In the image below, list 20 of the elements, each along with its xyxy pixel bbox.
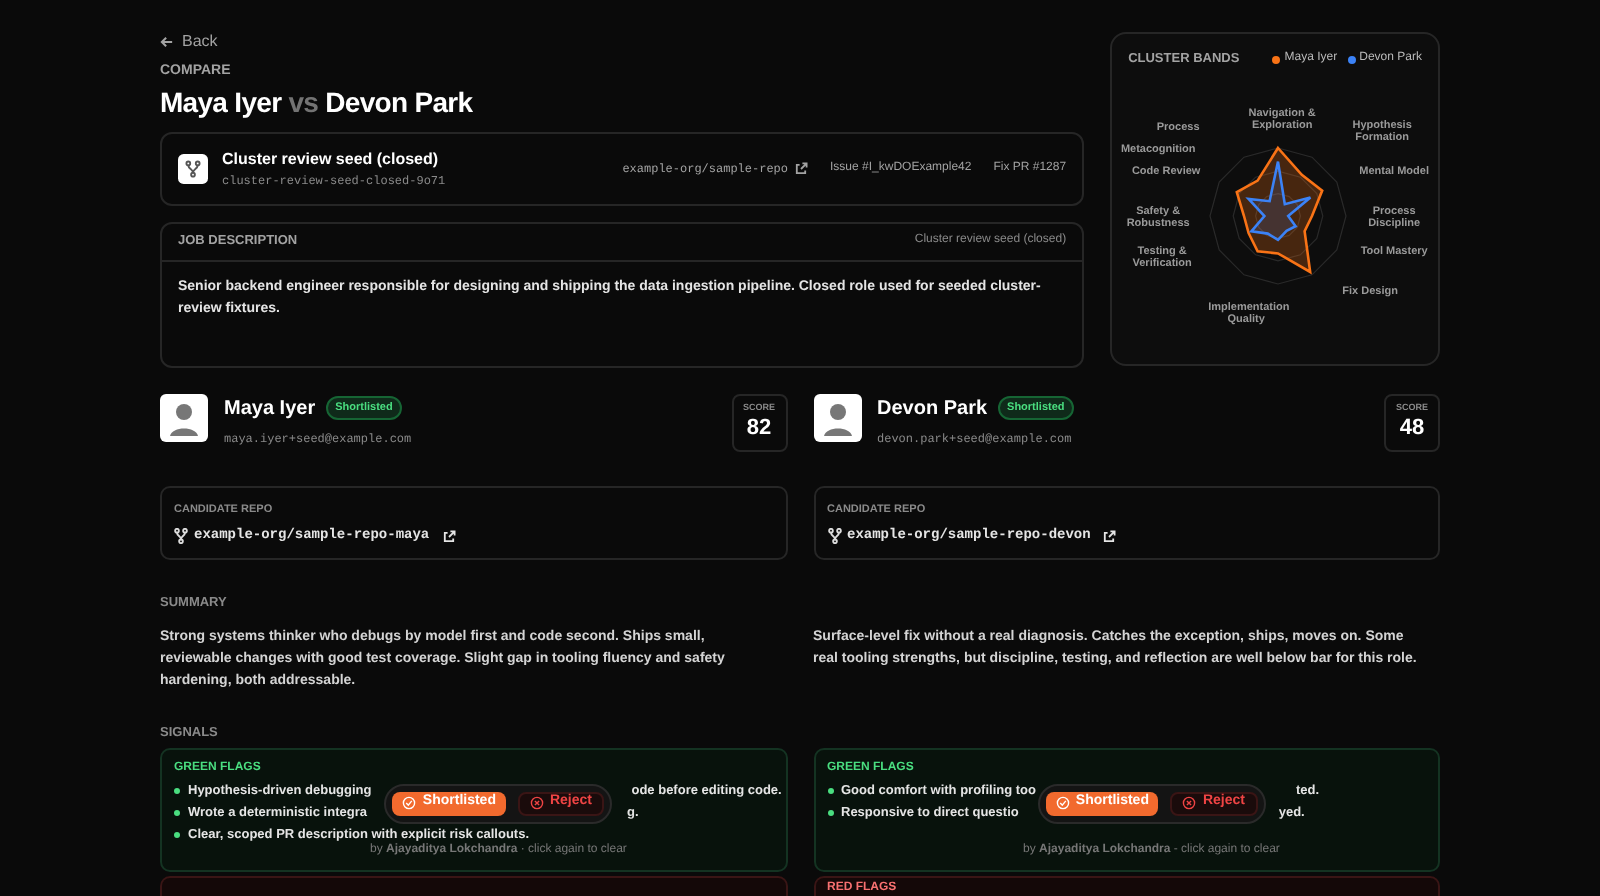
check-circle-icon xyxy=(402,796,417,810)
avatar-icon xyxy=(160,393,208,441)
candidate-name: Maya Iyer xyxy=(224,395,316,423)
fork-icon xyxy=(174,528,188,544)
close-circle-icon xyxy=(1182,796,1197,810)
external-link-icon xyxy=(1102,529,1117,543)
candidate-name: Devon Park xyxy=(877,395,988,423)
fork-icon xyxy=(178,153,208,183)
fork-icon xyxy=(827,528,841,544)
back-link[interactable]: Back xyxy=(160,28,1085,56)
check-circle-icon xyxy=(1055,796,1070,810)
close-circle-icon xyxy=(529,796,544,810)
external-link-icon xyxy=(441,529,456,543)
external-link-icon xyxy=(794,161,809,175)
score-value: 82 xyxy=(746,415,772,442)
seed-name: Cluster review seed (closed) xyxy=(222,147,441,171)
score-value: 48 xyxy=(1399,415,1425,442)
page-title: Maya Iyer vs Devon Park xyxy=(160,83,475,119)
avatar-icon xyxy=(813,393,861,441)
arrow-left-icon xyxy=(160,36,174,48)
